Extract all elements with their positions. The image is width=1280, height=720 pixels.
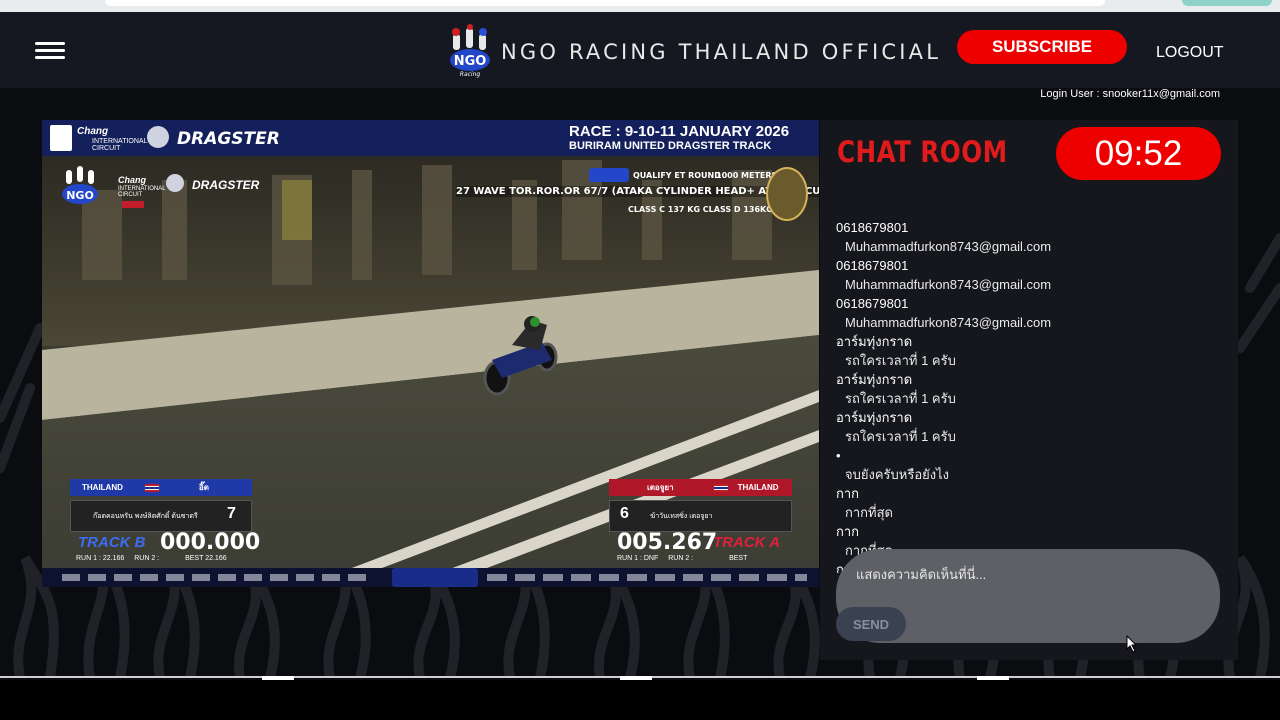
chat-message: อาร์มทุ่งกราดรถใครเวลาที่ 1 ครับ [836, 370, 1226, 408]
svg-text:NGO: NGO [66, 189, 94, 202]
left-run1-label: RUN 1 : [76, 555, 101, 562]
logout-link[interactable]: LOGOUT [1156, 44, 1224, 62]
right-nickname: เตอจูยา [647, 483, 674, 492]
bottom-area [0, 680, 1280, 720]
round-label: QUALIFY ET ROUND [633, 171, 721, 180]
address-bar[interactable] [105, 0, 1105, 6]
chat-message-text: รถใครเวลาที่ 1 ครับ [845, 391, 956, 406]
chat-message-text: Muhammadfurkon8743@gmail.com [845, 239, 1052, 254]
chat-room-title: CHAT ROOM [837, 135, 1008, 169]
chat-room-panel: CHAT ROOM 09:52 0618679801 Muhammadfurkon… [820, 120, 1238, 660]
chat-message-user: อาร์มทุ่งกราด [836, 372, 913, 387]
chat-message-text: รถใครเวลาที่ 1 ครับ [845, 353, 956, 368]
chat-input[interactable] [854, 563, 1198, 585]
chat-message-text: Muhammadfurkon8743@gmail.com [845, 277, 1052, 292]
site-header: NGO Racing NGO RACING THAILAND OFFICIAL … [0, 12, 1280, 88]
bike-class: CLASS C 137 KG CLASS D 136KG [628, 205, 773, 214]
left-time: 000.000 [160, 530, 261, 555]
chat-message-user: กาก [836, 486, 860, 501]
right-time: 005.267 [617, 530, 718, 555]
sponsor-bar [42, 568, 819, 587]
left-run1: 22.166 [102, 555, 125, 562]
right-rider-name: ฆ้าวันเทสซิ่ง เตอจูยา [650, 513, 713, 520]
left-lane-number: 7 [227, 505, 236, 522]
thai-flag-icon [144, 483, 159, 492]
chat-message-user: กาก [836, 524, 860, 539]
svg-text:NGO: NGO [454, 54, 487, 69]
menu-icon[interactable] [35, 42, 65, 60]
site-title: NGO RACING THAILAND OFFICIAL [501, 40, 942, 64]
left-country: THAILAND [82, 483, 123, 492]
mouse-cursor-icon [1126, 635, 1138, 653]
countdown-timer: 09:52 [1056, 127, 1221, 180]
left-best: 22.166 [205, 555, 227, 562]
login-user-label: Login User : snooker11x@gmail.com [1040, 88, 1220, 100]
chat-message: 0618679801 Muhammadfurkon8743@gmail.com [836, 294, 1226, 332]
left-best-label: BEST [185, 555, 204, 562]
right-lane-number: 6 [620, 505, 629, 522]
chat-message-list[interactable]: 0618679801 Muhammadfurkon8743@gmail.com 06… [836, 218, 1226, 573]
left-rider-name: ก๊อตคอนหรัน พงษ์ลิตศักดิ์ ต้นซาตรี [93, 513, 198, 520]
chat-message: อาร์มทุ่งกราดรถใครเวลาที่ 1 ครับ [836, 332, 1226, 370]
ngo-logo[interactable]: NGO Racing [447, 24, 493, 80]
right-run1: DNF [643, 555, 659, 562]
browser-strip [0, 0, 1280, 12]
live-video-player[interactable]: Chang INTERNATIONAL CIRCUIT DRAGSTER RACE… [42, 120, 819, 587]
right-lane-scoreboard: เตอจูยา THAILAND 6 ฆ้าวันเทสซิ่ง เตอจูยา… [609, 479, 792, 567]
thai-flag-icon [713, 483, 728, 492]
team-emblem-icon [766, 167, 808, 221]
browser-button[interactable] [1182, 0, 1272, 6]
race-track-name: BURIRAM UNITED DRAGSTER TRACK [569, 140, 772, 152]
ataka-logo [589, 168, 629, 182]
chat-message: อาร์มทุ่งกราดรถใครเวลาที่ 1 ครับ [836, 408, 1226, 446]
race-banner: Chang INTERNATIONAL CIRCUIT DRAGSTER RACE… [42, 120, 819, 156]
left-track-label: TRACK B [78, 534, 146, 551]
chat-message-user: อาร์มทุ่งกราด [836, 410, 913, 425]
chat-message: 0618679801 Muhammadfurkon8743@gmail.com [836, 256, 1226, 294]
send-button[interactable]: SEND [836, 607, 906, 641]
chat-message-text: กากที่สุด [845, 505, 893, 520]
right-run1-label: RUN 1 : [617, 555, 642, 562]
chat-composer: SEND [836, 549, 1220, 643]
chat-message-user: 0618679801 [836, 258, 909, 273]
race-date: RACE : 9-10-11 JANUARY 2026 [569, 123, 790, 140]
chat-message: • จบยังครับหรือยังไง [836, 446, 1226, 484]
chat-message-text: รถใครเวลาที่ 1 ครับ [845, 429, 956, 444]
right-run2-label: RUN 2 : [668, 555, 694, 562]
chat-message-user: อาร์มทุ่งกราด [836, 334, 913, 349]
right-best-label: BEST [729, 555, 748, 562]
subscribe-button[interactable]: SUBSCRIBE [957, 30, 1127, 64]
left-lane-scoreboard: THAILAND อิ๊ต ก๊อตคอนหรัน พงษ์ลิตศักดิ์ … [70, 479, 260, 567]
right-country: THAILAND [737, 483, 779, 492]
left-run2-label: RUN 2 : [134, 555, 160, 562]
chat-message-user: 0618679801 [836, 296, 909, 311]
chat-message-user: • [836, 448, 841, 463]
chat-message-user: 0618679801 [836, 220, 909, 235]
distance-label: 1000 METERS [716, 171, 778, 180]
chat-message: 0618679801 Muhammadfurkon8743@gmail.com [836, 218, 1226, 256]
ngo-watermark-icon: NGO [60, 164, 100, 210]
left-nickname: อิ๊ต [198, 483, 209, 492]
svg-text:Racing: Racing [460, 71, 481, 78]
chat-message-text: จบยังครับหรือยังไง [845, 467, 949, 482]
right-track-label: TRACK A [713, 534, 780, 551]
bike-name: 27 WAVE TOR.ROR.OR 67/7 (ATAKA CYLINDER … [456, 186, 819, 197]
chat-message: กากกากที่สุด [836, 484, 1226, 522]
chat-message-text: Muhammadfurkon8743@gmail.com [845, 315, 1052, 330]
